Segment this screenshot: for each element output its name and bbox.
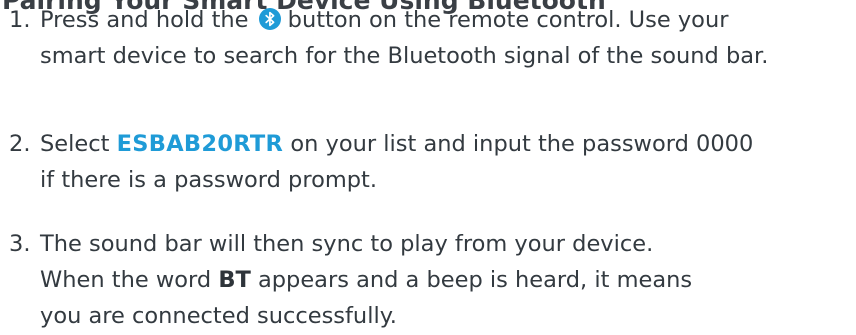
step-3-line-3: you are connected successfully.	[40, 303, 397, 329]
step-text: The sound bar will then sync to play fro…	[40, 231, 654, 257]
step-number: 3.	[9, 231, 31, 257]
bluetooth-icon	[258, 5, 281, 30]
step-number: 2.	[9, 131, 31, 157]
step-2: 2. Select ESBAB20RTR on your list and inp…	[9, 126, 753, 198]
step-text: button on the remote control. Use your	[287, 7, 729, 33]
step-3: 3. The sound bar will then sync to play f…	[9, 226, 692, 334]
step-2-line-1: 2. Select ESBAB20RTR on your list and inp…	[9, 126, 753, 162]
step-text: Select	[40, 131, 110, 157]
step-2-line-2: if there is a password prompt.	[40, 167, 378, 193]
step-text: on your list and input the password 0000	[290, 131, 754, 157]
bt-indicator: BT	[218, 267, 251, 293]
step-3-line-1: 3. The sound bar will then sync to play f…	[9, 226, 692, 262]
step-1-line-1: 1. Press and hold the button on the remot…	[9, 2, 768, 38]
step-text: When the word	[40, 267, 212, 293]
step-number: 1.	[9, 7, 31, 33]
step-text: Press and hold the	[40, 7, 249, 33]
device-name: ESBAB20RTR	[116, 131, 284, 157]
step-text: appears and a beep is heard, it means	[257, 267, 693, 293]
step-3-line-2: When the word BT appears and a beep is h…	[9, 262, 692, 298]
step-1-line-2: smart device to search for the Bluetooth…	[40, 43, 769, 69]
step-1: 1. Press and hold the button on the remot…	[9, 2, 768, 74]
